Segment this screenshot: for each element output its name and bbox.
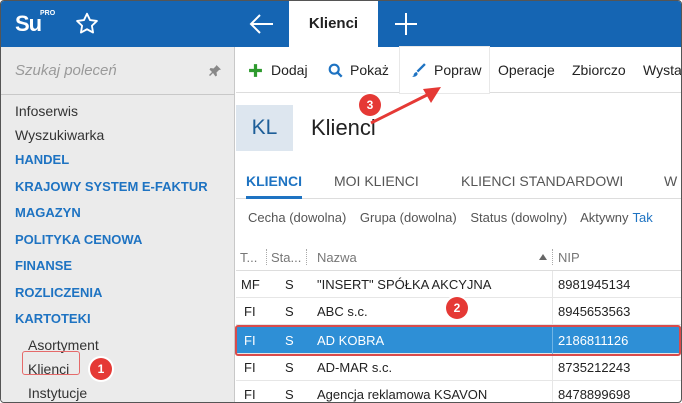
column-separator [552, 249, 553, 265]
sidebar-item-handel[interactable]: HANDEL [15, 152, 69, 167]
cell-type: FI [244, 360, 256, 375]
app-logo[interactable]: Su PRO [13, 8, 59, 40]
filter-aktywny-label: Aktywny [580, 210, 629, 225]
step-marker-3: 3 [359, 94, 381, 116]
column-header-type[interactable]: T... [240, 250, 257, 265]
step-marker-2: 2 [446, 297, 468, 319]
column-separator [306, 249, 307, 265]
cell-status: S [285, 387, 294, 402]
plus-icon[interactable] [393, 11, 419, 37]
filter-status[interactable]: Status (dowolny) [470, 210, 567, 225]
cell-status: S [285, 360, 294, 375]
top-bar: Su PRO Klienci [1, 1, 681, 47]
column-header-nip[interactable]: NIP [558, 250, 580, 265]
app-window: Su PRO Klienci Szukaj poleceń Infoserwis… [0, 0, 682, 403]
cell-type: MF [241, 277, 260, 292]
selected-row-highlight [235, 325, 681, 356]
cell-divider [552, 381, 553, 402]
column-header-status[interactable]: Sta... [271, 250, 301, 265]
cell-status: S [285, 277, 294, 292]
cell-divider [552, 298, 553, 325]
search-input[interactable]: Szukaj poleceń [15, 62, 117, 79]
logo-superscript: PRO [40, 10, 56, 17]
sidebar-item-magazyn[interactable]: MAGAZYN [15, 205, 81, 220]
cell-divider [552, 271, 553, 298]
issue-button[interactable]: Wysta [643, 47, 681, 93]
grid-header: T... Sta... Nazwa NIP [236, 243, 681, 271]
sidebar-item-instytucje[interactable]: Instytucje [28, 385, 87, 401]
cell-nip: 8945653563 [558, 304, 631, 319]
back-arrow-icon[interactable] [247, 10, 277, 38]
filter-aktywny-value[interactable]: Tak [633, 210, 653, 225]
sidebar: Szukaj poleceń Infoserwis Wyszukiwarka H… [1, 47, 235, 402]
filter-cecha[interactable]: Cecha (dowolna) [248, 210, 346, 225]
tab-moi-klienci[interactable]: MOI KLIENCI [334, 163, 419, 199]
table-row[interactable]: FI S AD-MAR s.c. 8735212243 [236, 354, 681, 381]
sidebar-item-wyszukiwarka[interactable]: Wyszukiwarka [15, 127, 104, 143]
star-icon[interactable] [73, 10, 101, 38]
sidebar-item-ksef[interactable]: KRAJOWY SYSTEM E-FAKTUR [15, 179, 208, 194]
pin-icon[interactable] [208, 64, 222, 78]
cell-name: "INSERT" SPÓŁKA AKCYJNA [317, 277, 492, 292]
cell-nip: 8981945134 [558, 277, 631, 292]
bulk-button[interactable]: Zbiorczo [572, 47, 626, 93]
klienci-highlight [22, 351, 80, 375]
cell-type: FI [244, 304, 256, 319]
cell-nip: 8478899698 [558, 387, 631, 402]
operations-button[interactable]: Operacje [498, 47, 555, 93]
plus-icon [249, 64, 262, 77]
cell-name: AD-MAR s.c. [317, 360, 393, 375]
page-badge: KL [236, 105, 293, 151]
cell-nip: 8735212243 [558, 360, 631, 375]
cell-name: Agencja reklamowa KSAVON [317, 387, 488, 402]
tab-klienci-list[interactable]: KLIENCI [246, 163, 302, 199]
table-row[interactable]: FI S Agencja reklamowa KSAVON 8478899698 [236, 381, 681, 402]
sidebar-item-finanse[interactable]: FINANSE [15, 258, 72, 273]
cell-name: ABC s.c. [317, 304, 368, 319]
step-marker-1: 1 [90, 358, 112, 380]
toolbar: Dodaj Pokaż Popraw Operacje Zbiorczo Wys… [236, 47, 681, 93]
column-separator [266, 249, 267, 265]
view-tabs: KLIENCI MOI KLIENCI KLIENCI STANDARDOWI … [236, 163, 681, 199]
search-icon [328, 63, 343, 78]
tab-klienci-standardowi[interactable]: KLIENCI STANDARDOWI [461, 163, 623, 199]
filter-bar: Cecha (dowolna) Grupa (dowolna) Status (… [248, 210, 663, 225]
filter-grupa[interactable]: Grupa (dowolna) [360, 210, 457, 225]
cell-status: S [285, 304, 294, 319]
tab-klienci[interactable]: Klienci [289, 1, 378, 47]
cell-divider [552, 354, 553, 381]
column-header-name[interactable]: Nazwa [317, 250, 357, 265]
sidebar-item-polityka-cenowa[interactable]: POLITYKA CENOWA [15, 232, 142, 247]
sidebar-item-kartoteki[interactable]: KARTOTEKI [15, 311, 91, 326]
sort-ascending-icon [539, 254, 547, 260]
brush-icon [412, 63, 426, 77]
sidebar-item-rozliczenia[interactable]: ROZLICZENIA [15, 285, 102, 300]
add-button[interactable]: Dodaj [271, 47, 308, 93]
table-row[interactable]: MF S "INSERT" SPÓŁKA AKCYJNA 8981945134 [236, 271, 681, 298]
cell-type: FI [244, 387, 256, 402]
logo-text: Su [15, 11, 42, 36]
sidebar-item-infoserwis[interactable]: Infoserwis [15, 103, 78, 119]
command-search[interactable]: Szukaj poleceń [1, 47, 234, 95]
tab-more[interactable]: W [664, 163, 677, 199]
